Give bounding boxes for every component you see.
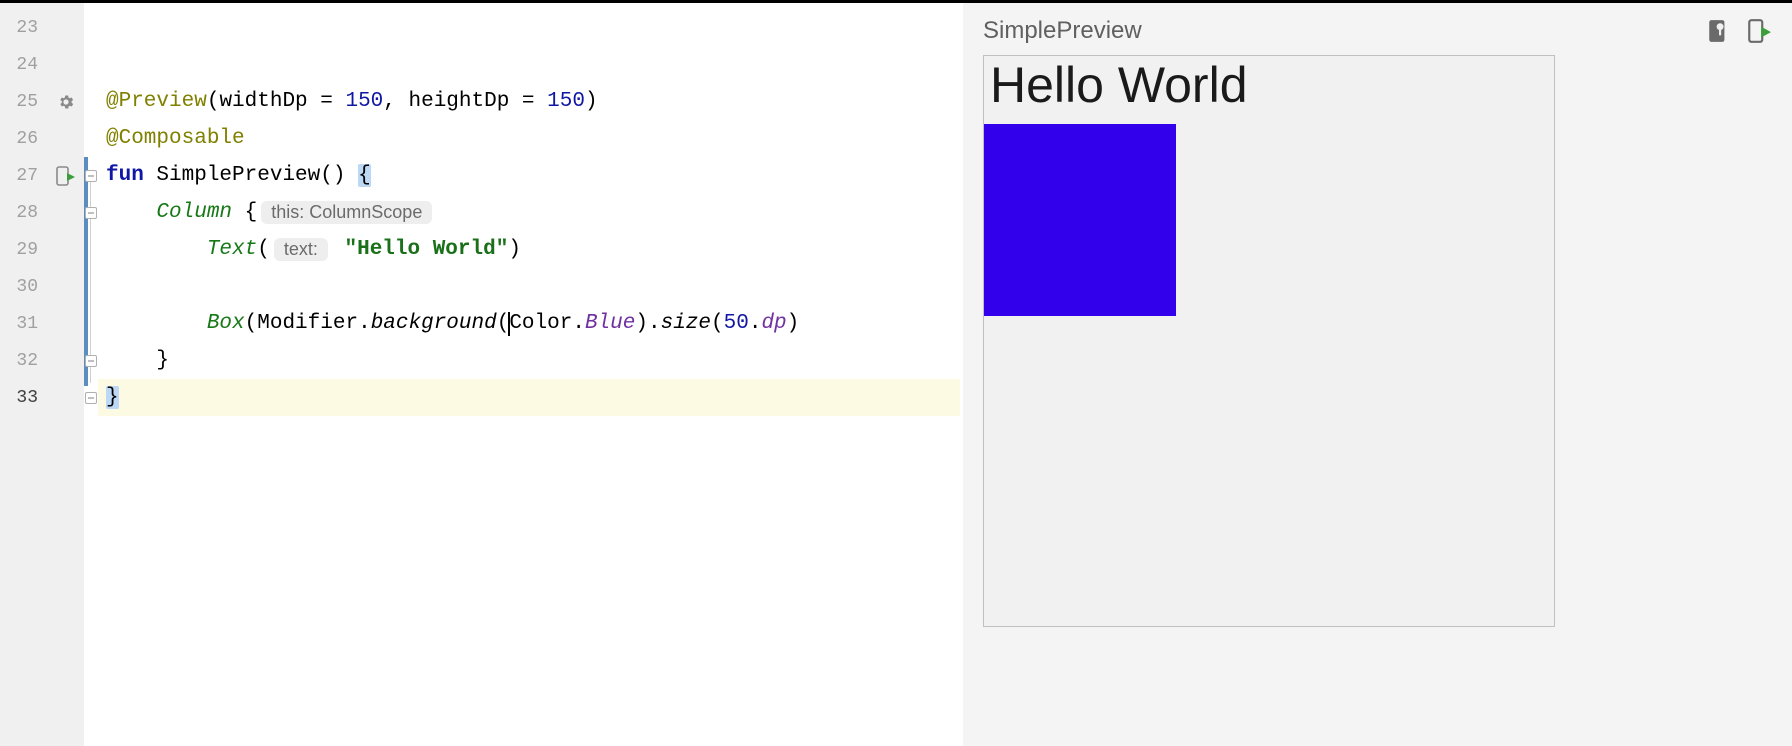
gutter-icon-column: [48, 3, 84, 746]
settings-gutter-icon[interactable]: [48, 83, 84, 120]
code-line[interactable]: Text(text: "Hello World"): [98, 231, 960, 268]
code-line[interactable]: [98, 9, 960, 46]
change-marker: [84, 157, 88, 386]
code-line[interactable]: }: [98, 379, 960, 416]
deploy-preview-icon[interactable]: [1746, 18, 1772, 44]
code-text-area[interactable]: @Preview(widthDp = 150, heightDp = 150) …: [98, 3, 960, 746]
fold-toggle-icon[interactable]: [85, 392, 97, 404]
inline-hint: text:: [274, 238, 328, 261]
line-number: 28: [0, 194, 48, 231]
compose-preview-pane: SimplePreview Hello World: [963, 3, 1792, 746]
line-number: 33: [0, 379, 48, 416]
matched-brace: {: [358, 164, 371, 187]
rendered-box: [984, 124, 1176, 316]
ide-root: 23 24 25 26 27 28 29 30 31 32 33: [0, 0, 1792, 746]
fold-toggle-icon[interactable]: [85, 207, 97, 219]
inline-hint: this: ColumnScope: [261, 201, 432, 224]
line-number: 26: [0, 120, 48, 157]
preview-title: SimplePreview: [983, 17, 1142, 45]
code-editor[interactable]: 23 24 25 26 27 28 29 30 31 32 33: [0, 3, 960, 746]
line-number: 29: [0, 231, 48, 268]
preview-canvas[interactable]: Hello World: [983, 55, 1555, 627]
line-number-gutter: 23 24 25 26 27 28 29 30 31 32 33: [0, 3, 48, 746]
rendered-text: Hello World: [990, 56, 1248, 114]
code-line[interactable]: @Preview(widthDp = 150, heightDp = 150): [98, 83, 960, 120]
line-number: 32: [0, 342, 48, 379]
code-line[interactable]: [98, 46, 960, 83]
interactive-preview-icon[interactable]: [1706, 18, 1732, 44]
code-line[interactable]: Column {this: ColumnScope: [98, 194, 960, 231]
code-line[interactable]: fun SimplePreview() {: [98, 157, 960, 194]
run-gutter-icon[interactable]: [48, 157, 84, 194]
line-number: 27: [0, 157, 48, 194]
fold-toggle-icon[interactable]: [85, 355, 97, 367]
matched-brace: }: [106, 386, 119, 409]
preview-header: SimplePreview: [983, 17, 1772, 45]
code-line[interactable]: [98, 268, 960, 305]
line-number: 25: [0, 83, 48, 120]
line-number: 24: [0, 46, 48, 83]
fold-toggle-icon[interactable]: [85, 170, 97, 182]
line-number: 23: [0, 9, 48, 46]
code-line[interactable]: Box(Modifier.background(Color.Blue).size…: [98, 305, 960, 342]
line-number: 31: [0, 305, 48, 342]
fold-column: [84, 3, 98, 746]
code-line[interactable]: }: [98, 342, 960, 379]
line-number: 30: [0, 268, 48, 305]
code-line[interactable]: @Composable: [98, 120, 960, 157]
